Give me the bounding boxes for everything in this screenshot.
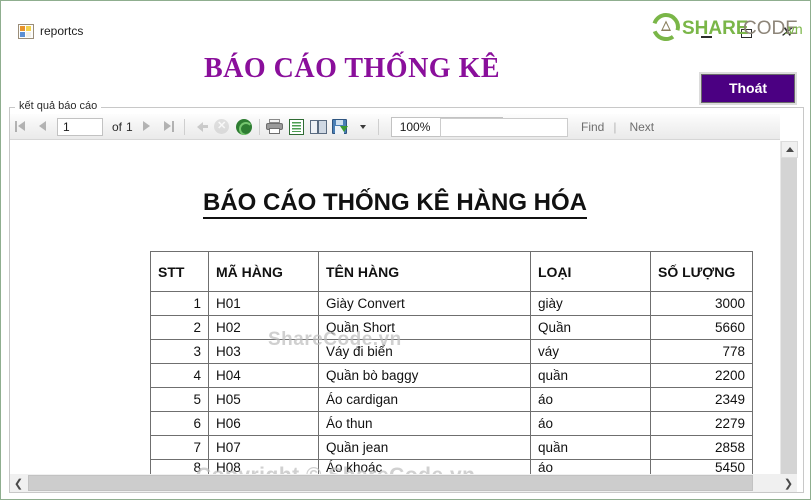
scroll-right-icon[interactable]: ❯ — [780, 474, 797, 492]
cell-stt: 5 — [150, 387, 209, 412]
window-title: reportcs — [40, 24, 84, 38]
cell-ma: H07 — [208, 435, 319, 460]
column-header-stt: STT — [150, 251, 209, 292]
next-button[interactable]: Next — [629, 120, 654, 134]
find-input[interactable] — [440, 117, 568, 137]
groupbox-label: kết quả báo cáo — [15, 100, 102, 112]
print-button[interactable] — [264, 116, 286, 138]
cell-sl: 2279 — [650, 411, 753, 436]
table-row: 5 H05 Áo cardigan áo 2349 — [150, 387, 753, 412]
report-heading: BÁO CÁO THỐNG KÊ HÀNG HÓA — [10, 189, 780, 219]
horizontal-scrollbar[interactable]: ❮ ❯ — [10, 474, 797, 492]
table-row: 2 H02 Quần Short Quần 5660 — [150, 315, 753, 340]
cell-ten: Áo thun — [318, 411, 531, 436]
page-setup-button[interactable] — [286, 116, 308, 138]
cell-ma: H04 — [208, 363, 319, 388]
cell-stt: 8 — [150, 459, 209, 474]
cell-stt: 4 — [150, 363, 209, 388]
table-row: 8 H08 Áo khoác áo 5450 — [150, 459, 753, 474]
cell-ten: Quần Short — [318, 315, 531, 340]
cell-ten: Quần bò baggy — [318, 363, 531, 388]
cell-sl: 778 — [650, 339, 753, 364]
cell-sl: 2200 — [650, 363, 753, 388]
table-row: 7 H07 Quần jean quần 2858 — [150, 435, 753, 460]
next-page-button[interactable] — [136, 116, 158, 138]
back-button[interactable] — [189, 116, 211, 138]
table-row: 6 H06 Áo thun áo 2279 — [150, 411, 753, 436]
first-page-button[interactable] — [10, 116, 32, 138]
cell-sl: 5450 — [650, 459, 753, 474]
cell-sl: 5660 — [650, 315, 753, 340]
zoom-value: 100% — [399, 119, 431, 134]
cell-sl: 3000 — [650, 291, 753, 316]
table-body: 1 H01 Giày Convert giày 3000 2 H02 Quần … — [150, 291, 753, 474]
scroll-left-icon[interactable]: ❮ — [10, 474, 27, 492]
scroll-up-icon[interactable] — [781, 141, 798, 158]
previous-page-button[interactable] — [32, 116, 54, 138]
cell-ten: Áo cardigan — [318, 387, 531, 412]
form-designer-icon — [18, 24, 34, 39]
vertical-scrollbar[interactable] — [780, 141, 798, 474]
cell-loai: áo — [530, 459, 651, 474]
of-label: of — [112, 119, 123, 134]
table-header-row: STT MÃ HÀNG TÊN HÀNG LOẠI SỐ LƯỢNG — [150, 251, 753, 292]
cell-stt: 2 — [150, 315, 209, 340]
report-viewer-window: reportcs ✕ SHARE CODE .vn BÁO CÁO THỐNG … — [0, 0, 811, 500]
export-dropdown-arrow[interactable] — [352, 116, 374, 138]
cell-loai: Quần — [530, 315, 651, 340]
cell-sl: 2858 — [650, 435, 753, 460]
cell-ma: H02 — [208, 315, 319, 340]
cell-loai: váy — [530, 339, 651, 364]
cell-stt: 7 — [150, 435, 209, 460]
column-header-ten: TÊN HÀNG — [318, 251, 531, 292]
table-row: 1 H01 Giày Convert giày 3000 — [150, 291, 753, 316]
cell-ten: Váy đi biển — [318, 339, 531, 364]
report-table: STT MÃ HÀNG TÊN HÀNG LOẠI SỐ LƯỢNG 1 H01… — [150, 251, 753, 474]
cell-ma: H01 — [208, 291, 319, 316]
cell-ma: H06 — [208, 411, 319, 436]
total-pages-label: 1 — [126, 119, 133, 134]
exit-button[interactable]: Thoát — [699, 72, 797, 105]
column-header-ma: MÃ HÀNG — [208, 251, 319, 292]
report-banner: BÁO CÁO THỐNG KÊ — [2, 46, 810, 98]
cell-sl: 2349 — [650, 387, 753, 412]
stop-button[interactable]: ✕ — [211, 116, 233, 138]
report-viewer-toolbar: of 1 ✕ 100% Find | Next — [10, 114, 780, 140]
cell-loai: giày — [530, 291, 651, 316]
cell-loai: áo — [530, 387, 651, 412]
window-titlebar: reportcs ✕ SHARE CODE .vn — [2, 2, 810, 46]
report-page-surface: BÁO CÁO THỐNG KÊ HÀNG HÓA STT MÃ HÀNG TÊ… — [10, 141, 780, 474]
table-row: 3 H03 Váy đi biển váy 778 — [150, 339, 753, 364]
svg-text:.vn: .vn — [784, 21, 802, 37]
svg-text:SHARE: SHARE — [682, 18, 749, 39]
find-button[interactable]: Find — [581, 120, 604, 134]
find-area: Find | Next — [440, 114, 654, 140]
cell-loai: quần — [530, 363, 651, 388]
cell-ten: Quần jean — [318, 435, 531, 460]
refresh-button[interactable] — [233, 116, 255, 138]
report-heading-text: BÁO CÁO THỐNG KÊ HÀNG HÓA — [203, 189, 587, 219]
print-layout-button[interactable] — [308, 116, 330, 138]
column-header-loai: LOẠI — [530, 251, 651, 292]
find-divider: | — [613, 120, 617, 134]
cell-stt: 1 — [150, 291, 209, 316]
page-title: BÁO CÁO THỐNG KÊ — [203, 53, 501, 84]
column-header-sl: SỐ LƯỢNG — [650, 251, 753, 292]
last-page-button[interactable] — [158, 116, 180, 138]
sharecode-logo: SHARE CODE .vn — [650, 12, 802, 42]
cell-ten: Giày Convert — [318, 291, 531, 316]
cell-loai: áo — [530, 411, 651, 436]
cell-ma: H08 — [208, 459, 319, 474]
cell-loai: quần — [530, 435, 651, 460]
page-number-input[interactable] — [57, 117, 103, 136]
horizontal-scroll-thumb[interactable] — [28, 475, 753, 491]
cell-ma: H03 — [208, 339, 319, 364]
cell-ten: Áo khoác — [318, 459, 531, 474]
export-button[interactable] — [330, 116, 352, 138]
table-row: 4 H04 Quần bò baggy quần 2200 — [150, 363, 753, 388]
cell-ma: H05 — [208, 387, 319, 412]
cell-stt: 6 — [150, 411, 209, 436]
cell-stt: 3 — [150, 339, 209, 364]
